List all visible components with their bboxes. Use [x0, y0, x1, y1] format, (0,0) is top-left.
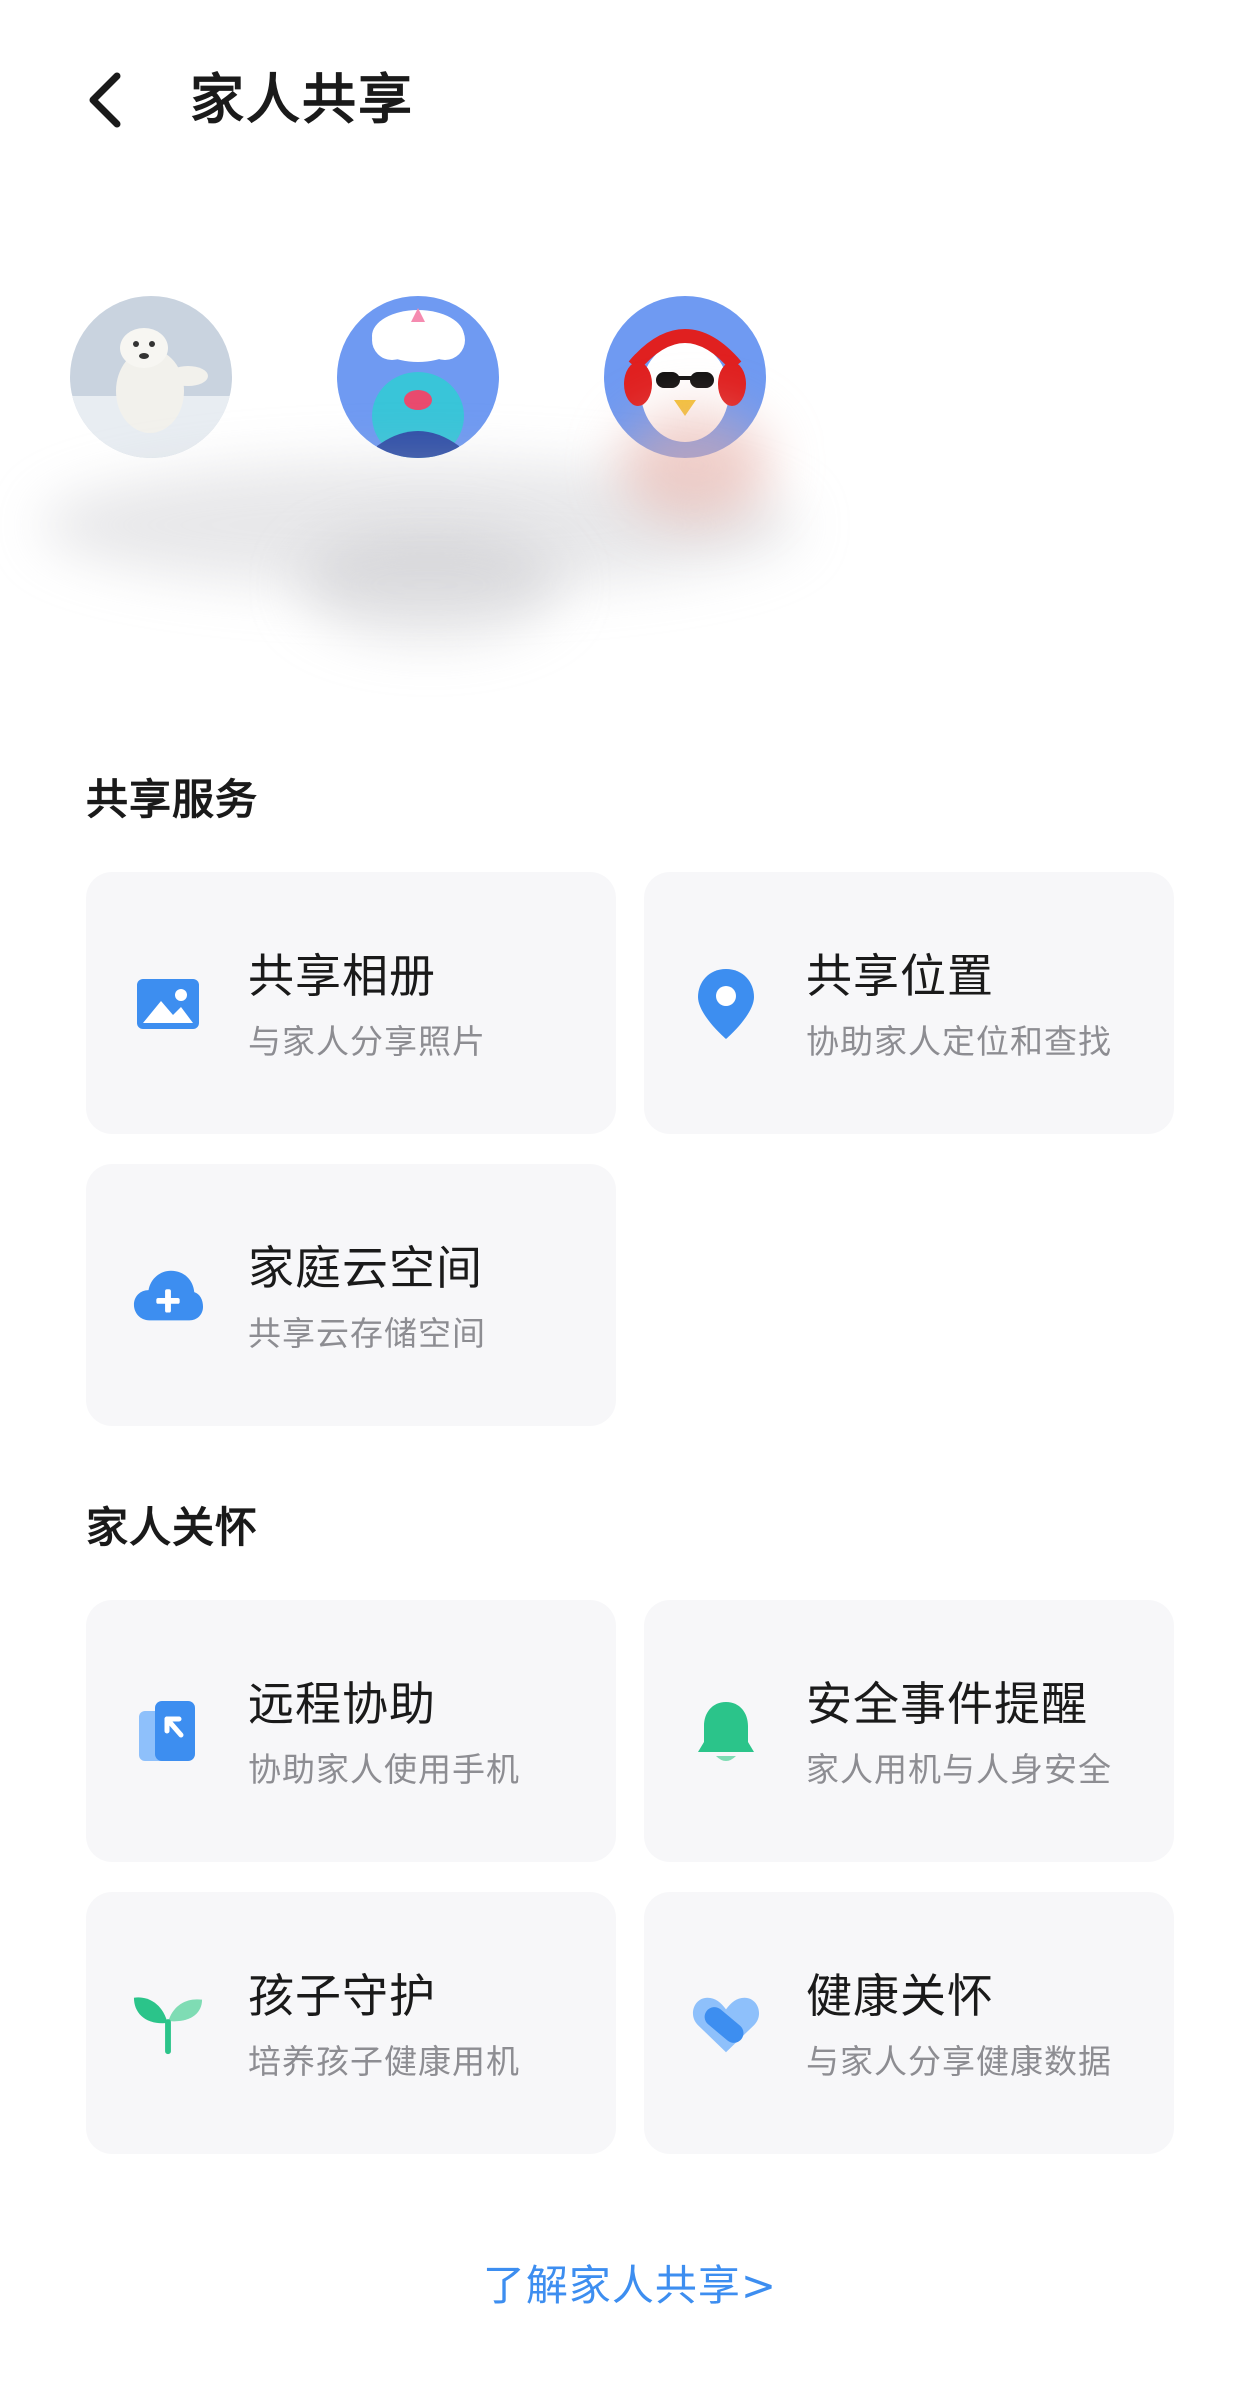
card-family-cloud[interactable]: 家庭云空间 共享云存储空间: [86, 1164, 616, 1426]
card-title: 健康关怀: [806, 1969, 994, 2023]
member-avatar-2[interactable]: [337, 296, 499, 458]
location-pin-icon: [690, 968, 762, 1040]
page-title: 家人共享: [190, 68, 414, 131]
card-subtitle: 家人用机与人身安全: [806, 1750, 1112, 1789]
health-heart-icon: [690, 1988, 762, 2060]
section-title-shared-services: 共享服务: [86, 775, 259, 824]
learn-family-sharing-link[interactable]: 了解家人共享>: [0, 2258, 1260, 2314]
card-title: 家庭云空间: [248, 1241, 483, 1295]
card-title: 共享相册: [248, 949, 436, 1003]
section-title-family-care: 家人关怀: [86, 1503, 259, 1552]
bell-icon: [690, 1696, 762, 1768]
card-subtitle: 与家人分享健康数据: [806, 2042, 1112, 2081]
app-header: 家人共享: [0, 0, 1260, 200]
card-shared-location[interactable]: 共享位置 协助家人定位和查找: [644, 872, 1174, 1134]
card-subtitle: 协助家人定位和查找: [806, 1022, 1112, 1061]
redacted-avatar-blur: [620, 410, 770, 520]
photo-album-icon: [132, 968, 204, 1040]
card-child-guard[interactable]: 孩子守护 培养孩子健康用机: [86, 1892, 616, 2154]
card-subtitle: 协助家人使用手机: [248, 1750, 520, 1789]
card-title: 孩子守护: [248, 1969, 436, 2023]
card-title: 安全事件提醒: [806, 1677, 1088, 1731]
card-shared-album[interactable]: 共享相册 与家人分享照片: [86, 872, 616, 1134]
card-health-care[interactable]: 健康关怀 与家人分享健康数据: [644, 1892, 1174, 2154]
card-safety-alert[interactable]: 安全事件提醒 家人用机与人身安全: [644, 1600, 1174, 1862]
cloud-add-icon: [132, 1260, 204, 1332]
sprout-icon: [132, 1988, 204, 2060]
family-members-row: [0, 290, 1260, 710]
card-subtitle: 培养孩子健康用机: [248, 2042, 520, 2081]
card-title: 共享位置: [806, 949, 994, 1003]
remote-assist-icon: [132, 1696, 204, 1768]
card-remote-assist[interactable]: 远程协助 协助家人使用手机: [86, 1600, 616, 1862]
member-avatar-1[interactable]: [70, 296, 232, 458]
card-subtitle: 共享云存储空间: [248, 1314, 486, 1353]
card-title: 远程协助: [248, 1677, 436, 1731]
redacted-names-blur-2: [300, 530, 560, 640]
chevron-left-icon: [89, 72, 121, 128]
back-button[interactable]: [70, 60, 140, 140]
card-subtitle: 与家人分享照片: [248, 1022, 486, 1061]
